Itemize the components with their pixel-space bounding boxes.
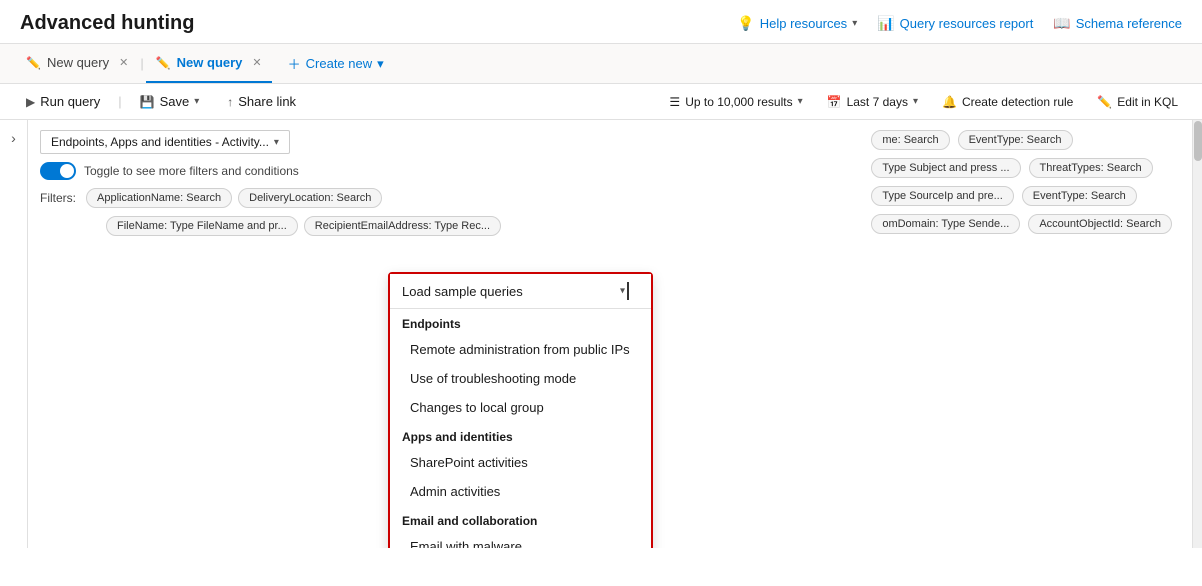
tab-close-1[interactable]: ✕ [119,56,128,69]
book-icon: 📖 [1053,15,1070,32]
chevron-right-icon: › [11,130,16,146]
scrollbar[interactable] [1192,120,1202,548]
results-limit-button[interactable]: ☰ Up to 10,000 results ▾ [661,91,810,113]
dropdown-item-remote-admin[interactable]: Remote administration from public IPs [390,335,651,364]
dropdown-item-admin-activities[interactable]: Admin activities [390,477,651,506]
filter-chip-appname[interactable]: ApplicationName: Search [86,188,232,208]
help-resources-link[interactable]: 💡 Help resources ▾ [737,15,857,32]
main-content: › Endpoints, Apps and identities - Activ… [0,120,1202,548]
dropdown-chevron-icon: ▾ [620,282,639,300]
dropdown-header[interactable]: Load sample queries ▾ [390,274,651,309]
load-sample-queries-dropdown: Load sample queries ▾ Endpoints Remote a… [388,272,653,548]
run-query-button[interactable]: ▶ Run query [16,90,110,113]
toggle-label: Toggle to see more filters and condition… [84,164,299,178]
save-chevron-icon: ▾ [194,96,199,107]
toolbar-right: ☰ Up to 10,000 results ▾ 📅 Last 7 days ▾… [661,91,1186,113]
dropdown-item-sharepoint[interactable]: SharePoint activities [390,448,651,477]
plus-icon: ＋ [288,54,301,73]
tab-bar: ✏️ New query ✕ | ✏️ New query ✕ ＋ Create… [0,44,1202,84]
share-icon: ↑ [227,95,233,109]
tab-label-1: New query [47,55,109,70]
right-filter-row-4: omDomain: Type Sende... AccountObjectId:… [871,214,1172,234]
right-chip-eventtype-1[interactable]: EventType: Search [958,130,1073,150]
create-new-button[interactable]: ＋ Create new ▾ [280,54,392,73]
query-resources-link[interactable]: 📊 Query resources report [877,15,1033,32]
right-filter-row-3: Type SourceIp and pre... EventType: Sear… [871,186,1172,206]
dropdown-item-troubleshoot[interactable]: Use of troubleshooting mode [390,364,651,393]
toolbar-sep-1: | [118,94,121,109]
edit-icon-1: ✏️ [26,56,41,70]
schema-reference-link[interactable]: 📖 Schema reference [1053,15,1182,32]
share-link-button[interactable]: ↑ Share link [217,90,306,113]
right-chip-threattypes[interactable]: ThreatTypes: Search [1029,158,1153,178]
page-title: Advanced hunting [20,12,194,35]
scrollbar-thumb [1194,121,1202,161]
right-filter-row-1: me: Search EventType: Search [871,130,1172,150]
section-label-apps-identities: Apps and identities [390,422,651,448]
right-chip-eventtype-2[interactable]: EventType: Search [1022,186,1137,206]
dropdown-item-local-group[interactable]: Changes to local group [390,393,651,422]
tab-new-query-1[interactable]: ✏️ New query ✕ [16,44,138,83]
scope-label: Endpoints, Apps and identities - Activit… [51,135,269,149]
right-chip-name-search[interactable]: me: Search [871,130,949,150]
time-chevron-icon: ▾ [913,96,918,107]
tab-separator: | [140,56,143,71]
query-area: Endpoints, Apps and identities - Activit… [28,120,1192,548]
calendar-icon: 📅 [827,95,842,109]
edit-kql-button[interactable]: ✏️ Edit in KQL [1089,91,1186,113]
tab-close-2[interactable]: ✕ [252,56,261,69]
scope-chevron-icon: ▾ [274,137,279,148]
right-chip-subject[interactable]: Type Subject and press ... [871,158,1020,178]
results-chevron-icon: ▾ [798,96,803,107]
top-bar-actions: 💡 Help resources ▾ 📊 Query resources rep… [737,15,1182,32]
create-detection-rule-button[interactable]: 🔔 Create detection rule [934,91,1081,113]
time-range-button[interactable]: 📅 Last 7 days ▾ [819,91,926,113]
tab-new-query-2[interactable]: ✏️ New query ✕ [146,44,272,83]
filter-chip-recipient[interactable]: RecipientEmailAddress: Type Rec... [304,216,501,236]
scope-dropdown[interactable]: Endpoints, Apps and identities - Activit… [40,130,290,154]
tab-label-2: New query [177,55,243,70]
play-icon: ▶ [26,95,35,109]
pencil-icon: ✏️ [1097,95,1112,109]
chart-icon: 📊 [877,15,894,32]
dropdown-item-email-malware[interactable]: Email with malware [390,532,651,548]
right-chip-accountobjectid[interactable]: AccountObjectId: Search [1028,214,1172,234]
chevron-down-icon: ▾ [852,18,857,29]
chevron-create-icon: ▾ [377,56,384,72]
right-filter-row-2: Type Subject and press ... ThreatTypes: … [871,158,1172,178]
bell-icon: 🔔 [942,95,957,109]
filter-chip-filename[interactable]: FileName: Type FileName and pr... [106,216,298,236]
right-filters-panel: me: Search EventType: Search Type Subjec… [871,130,1172,234]
toggle-switch[interactable] [40,162,76,180]
sidebar-toggle[interactable]: › [0,120,28,548]
dropdown-title: Load sample queries [402,284,523,299]
filter-icon: ☰ [669,95,680,109]
save-icon: 💾 [140,95,155,109]
save-button[interactable]: 💾 Save ▾ [130,90,210,113]
lightbulb-icon: 💡 [737,15,754,32]
right-chip-senderdomain[interactable]: omDomain: Type Sende... [871,214,1020,234]
filter-chip-deliverylocation[interactable]: DeliveryLocation: Search [238,188,382,208]
toolbar: ▶ Run query | 💾 Save ▾ ↑ Share link ☰ Up… [0,84,1202,120]
section-label-endpoints: Endpoints [390,309,651,335]
right-chip-sourceip[interactable]: Type SourceIp and pre... [871,186,1013,206]
edit-icon-2: ✏️ [156,56,171,70]
section-label-email-collab: Email and collaboration [390,506,651,532]
top-bar: Advanced hunting 💡 Help resources ▾ 📊 Qu… [0,0,1202,44]
filters-label: Filters: [40,191,76,205]
